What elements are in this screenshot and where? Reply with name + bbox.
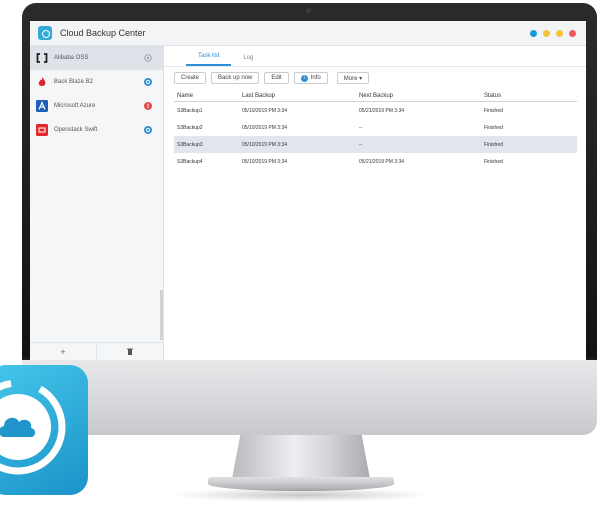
back-up-now-button[interactable]: Back up now: [211, 72, 260, 84]
app-window: Cloud Backup Center Alibaba OSS Back Bla…: [30, 21, 586, 360]
title-bar: Cloud Backup Center: [30, 21, 586, 46]
openstack-logo-icon: [36, 124, 48, 136]
task-table: Name Last Backup Next Backup Status S3Ba…: [174, 89, 577, 170]
monitor-chin: [22, 357, 597, 435]
add-button[interactable]: +: [30, 343, 96, 360]
cell-next-backup: --: [359, 141, 363, 148]
cell-next-backup: 05/21/2019 PM 3:34: [359, 107, 405, 114]
status-badge: [144, 102, 152, 110]
window-dot[interactable]: [556, 29, 563, 37]
table-row[interactable]: S3Backup3 05/10/2019 PM 3:34 -- Finished: [174, 136, 577, 153]
cell-next-backup: 05/21/2019 PM 3:34: [359, 158, 405, 165]
table-row[interactable]: S3Backup4 05/10/2019 PM 3:34 05/21/2019 …: [174, 153, 577, 170]
cell-status: Finished: [484, 141, 503, 148]
cell-name: S3Backup1: [177, 107, 203, 114]
sidebar-item-label: Openstack Swift: [54, 127, 98, 133]
window-title: Cloud Backup Center: [60, 28, 146, 38]
trash-icon: [127, 348, 133, 355]
window-controls: [530, 29, 576, 37]
cell-status: Finished: [484, 158, 503, 165]
column-header-last-backup[interactable]: Last Backup: [242, 93, 359, 99]
window-dot[interactable]: [543, 29, 550, 37]
table-row[interactable]: S3Backup2 05/10/2019 PM 3:34 -- Finished: [174, 119, 577, 136]
sidebar: Alibaba OSS Back Blaze B2 Microsoft Azur: [30, 46, 164, 360]
status-badge: [144, 78, 152, 86]
cell-last-backup: 05/10/2019 PM 3:34: [242, 158, 288, 165]
cell-last-backup: 05/10/2019 PM 3:34: [242, 107, 288, 114]
cell-status: Finished: [484, 107, 503, 114]
create-button[interactable]: Create: [174, 72, 207, 84]
sidebar-item-label: Alibaba OSS: [54, 55, 89, 61]
column-header-status[interactable]: Status: [484, 93, 577, 99]
stand-shadow: [170, 488, 432, 502]
sidebar-item-azure[interactable]: Microsoft Azure: [30, 94, 163, 118]
sidebar-footer: +: [30, 342, 163, 360]
edit-button[interactable]: Edit: [264, 72, 289, 84]
info-button[interactable]: i Info: [293, 72, 328, 84]
cloud-backup-app-icon: [0, 365, 88, 495]
tab-task-list[interactable]: Task list: [186, 53, 232, 66]
sidebar-item-label: Microsoft Azure: [54, 103, 96, 109]
info-label: Info: [310, 75, 321, 81]
cell-last-backup: 05/10/2019 PM 3:34: [242, 124, 288, 131]
cell-next-backup: --: [359, 124, 363, 131]
window-dot[interactable]: [569, 29, 576, 37]
backblaze-flame-icon: [36, 76, 48, 88]
delete-button[interactable]: [96, 343, 163, 360]
azure-logo-icon: [36, 100, 48, 112]
window-dot[interactable]: [530, 29, 537, 37]
more-dropdown[interactable]: More ▾: [336, 72, 370, 84]
tab-bar: Task list Log: [164, 46, 586, 67]
sidebar-item-label: Back Blaze B2: [54, 79, 94, 85]
column-header-next-backup[interactable]: Next Backup: [359, 93, 484, 99]
alibaba-logo-icon: [36, 52, 48, 64]
info-icon: i: [300, 74, 308, 82]
toolbar: Create Back up now Edit i Info More ▾: [164, 67, 586, 89]
cell-name: S3Backup2: [177, 124, 203, 131]
table-row[interactable]: S3Backup1 05/10/2019 PM 3:34 05/21/2019 …: [174, 102, 577, 119]
cell-name: S3Backup3: [177, 141, 203, 148]
sidebar-scrollbar[interactable]: [160, 290, 163, 340]
main-panel: Task list Log Create Back up now Edit i …: [164, 46, 586, 360]
cell-last-backup: 05/10/2019 PM 3:34: [242, 141, 288, 148]
status-badge: [144, 54, 152, 62]
column-header-name[interactable]: Name: [174, 93, 242, 99]
sidebar-item-backblaze[interactable]: Back Blaze B2: [30, 70, 163, 94]
cell-name: S3Backup4: [177, 158, 203, 165]
table-header: Name Last Backup Next Backup Status: [174, 89, 577, 102]
status-badge: [144, 126, 152, 134]
cell-status: Finished: [484, 124, 503, 131]
webcam: [306, 8, 311, 13]
monitor-stand-neck: [232, 435, 370, 479]
tab-log[interactable]: Log: [231, 55, 265, 66]
app-logo-icon: [38, 26, 52, 40]
sidebar-item-openstack[interactable]: Openstack Swift: [30, 118, 163, 142]
sidebar-item-alibaba[interactable]: Alibaba OSS: [30, 46, 163, 70]
